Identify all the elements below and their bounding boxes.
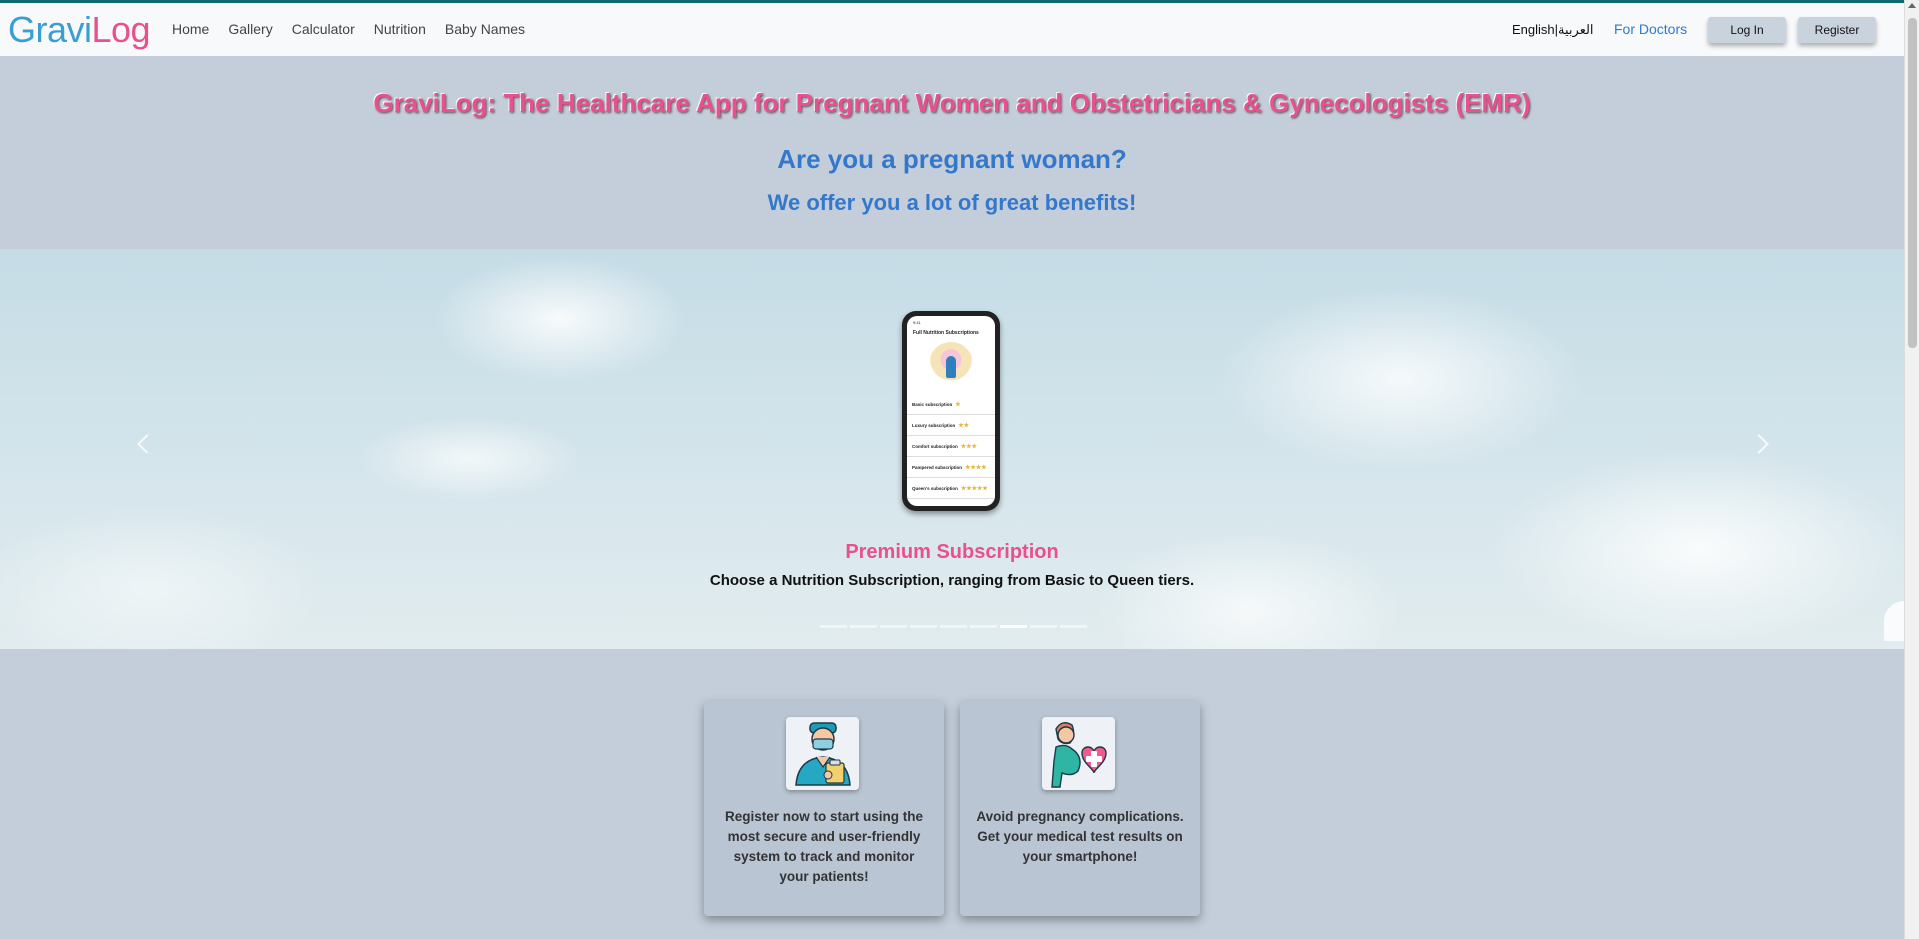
gravilog-logo[interactable]: GraviLog [8, 9, 151, 51]
logo-text-gravi: Gravi [8, 9, 92, 50]
phone-screen-title: Full Nutrition Subscriptions [913, 330, 979, 336]
star-rating: ★ [955, 401, 961, 408]
page-scrollbar[interactable] [1904, 0, 1919, 939]
doctor-benefit-card: Register now to start using the most sec… [704, 701, 944, 916]
star-rating: ★★★★★ [960, 485, 988, 492]
subscription-label: Basic subscription [912, 401, 953, 407]
login-button[interactable]: Log In [1708, 17, 1786, 43]
scroll-thumb[interactable] [1908, 18, 1917, 348]
subscription-list: Basic subscription ★ Luxury subscription ★… [907, 394, 995, 499]
pregnancy-benefit-text: Avoid pregnancy complications. Get your … [976, 809, 1184, 864]
phone-status-time: 9:41 [913, 320, 921, 325]
star-rating: ★★★ [960, 443, 977, 450]
carousel-indicator[interactable] [880, 625, 907, 628]
pregnancy-benefit-card: Avoid pregnancy complications. Get your … [960, 701, 1200, 916]
phone-mockup: 9:41 Full Nutrition Subscriptions Basic … [902, 311, 1000, 511]
for-doctors-link[interactable]: For Doctors [1614, 21, 1687, 37]
carousel-indicator[interactable] [820, 625, 847, 628]
language-switcher[interactable]: English|العربية [1512, 22, 1594, 38]
nutrition-illustration [929, 342, 973, 386]
star-rating: ★★ [958, 422, 970, 429]
carousel-indicator[interactable] [940, 625, 967, 628]
logo-text-log: Log [91, 9, 151, 50]
hero-title: GraviLog: The Healthcare App for Pregnan… [373, 88, 1531, 118]
nav-link-gallery[interactable]: Gallery [228, 21, 272, 37]
carousel-indicator[interactable] [1030, 625, 1057, 628]
nav-link-home[interactable]: Home [172, 21, 209, 37]
nav-link-baby-names[interactable]: Baby Names [445, 21, 525, 37]
carousel-indicator[interactable] [1060, 625, 1087, 628]
pregnant-woman-heart-icon [1042, 717, 1115, 790]
star-rating: ★★★★ [965, 464, 987, 471]
nav-link-nutrition[interactable]: Nutrition [374, 21, 426, 37]
doctor-benefit-text: Register now to start using the most sec… [724, 809, 924, 884]
subscription-row: Comfort subscription ★★★ [907, 436, 995, 457]
decorative-edge [1884, 601, 1904, 641]
navbar: GraviLog Home Gallery Calculator Nutriti… [0, 0, 1904, 56]
scroll-up-icon[interactable] [1908, 3, 1916, 8]
subscription-row: Queen's subscription ★★★★★ [907, 478, 995, 499]
carousel-indicator[interactable] [970, 625, 997, 628]
slide-title: Premium Subscription [845, 541, 1059, 563]
subscription-row: Pampered subscription ★★★★ [907, 457, 995, 478]
subscription-label: Queen's subscription [912, 485, 958, 491]
carousel-prev-icon[interactable] [137, 434, 157, 454]
nav-link-calculator[interactable]: Calculator [292, 21, 355, 37]
subscription-label: Pampered subscription [912, 464, 963, 470]
carousel-next-icon[interactable] [1749, 434, 1769, 454]
carousel-indicators [820, 625, 1087, 628]
hero-question: Are you a pregnant woman? [777, 144, 1127, 174]
carousel-indicator[interactable] [910, 625, 937, 628]
slide-description: Choose a Nutrition Subscription, ranging… [709, 572, 1195, 589]
hero-subtitle: We offer you a lot of great benefits! [767, 190, 1137, 215]
doctor-icon [786, 717, 859, 790]
subscription-label: Comfort subscription [912, 443, 958, 449]
carousel-indicator[interactable] [850, 625, 877, 628]
phone-screen: 9:41 Full Nutrition Subscriptions Basic … [907, 316, 995, 506]
subscription-row: Luxury subscription ★★ [907, 415, 995, 436]
subscription-label: Luxury subscription [912, 422, 956, 428]
nav-links: Home Gallery Calculator Nutrition Baby N… [172, 21, 544, 37]
feature-carousel: 9:41 Full Nutrition Subscriptions Basic … [0, 249, 1904, 649]
register-button[interactable]: Register [1798, 17, 1876, 43]
carousel-indicator-active[interactable] [1000, 625, 1027, 628]
subscription-row: Basic subscription ★ [907, 394, 995, 415]
